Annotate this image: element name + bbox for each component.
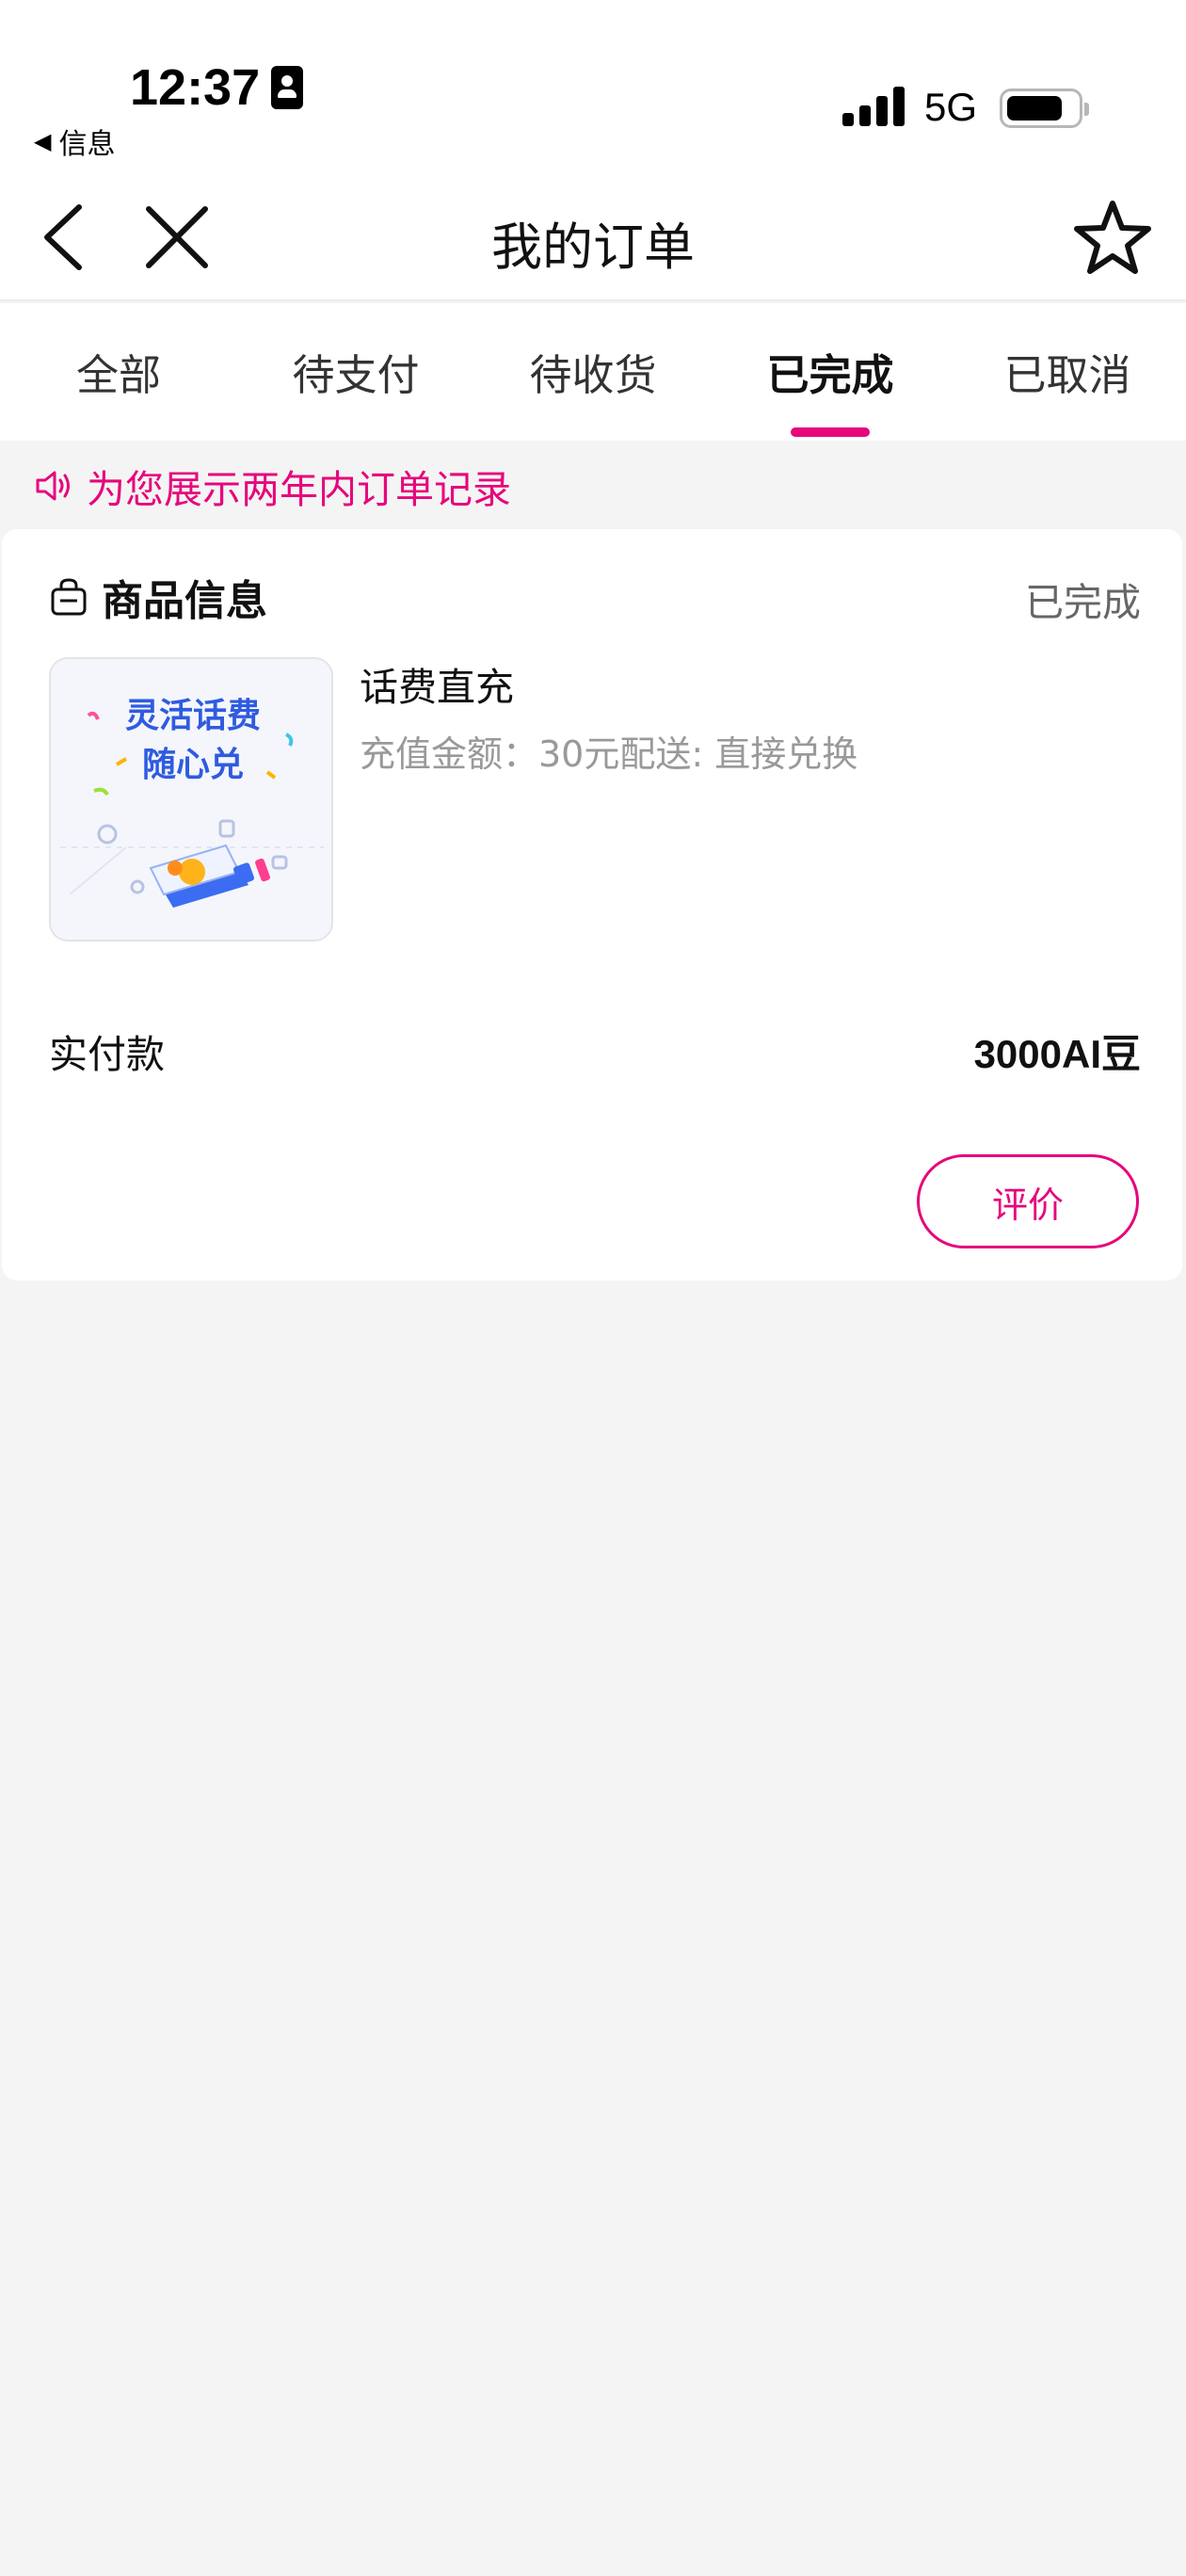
- tab-label: 已完成: [766, 350, 894, 400]
- order-status: 已完成: [1025, 580, 1141, 625]
- speaker-icon: [36, 471, 70, 501]
- tab-label: 待收货: [529, 350, 657, 400]
- star-icon[interactable]: [1073, 198, 1152, 277]
- back-app-label: 信息: [58, 128, 116, 161]
- page-title: 我的订单: [491, 217, 695, 277]
- order-tabs: 全部 待支付 待收货 已完成 已取消: [0, 303, 1186, 441]
- review-button[interactable]: 评价: [917, 1154, 1139, 1248]
- tab-label: 已取消: [1003, 350, 1131, 400]
- product-description: 充值金额：30元配送: 直接兑换: [360, 733, 858, 775]
- status-bar: 12:37 ◀ 信息 5G: [0, 0, 1186, 179]
- status-time: 12:37: [130, 59, 261, 116]
- order-card[interactable]: 商品信息 已完成 灵活话费 随心兑 话费直充 充值金额：30元配送: 直接兑换 …: [2, 529, 1182, 1280]
- product-title: 话费直充: [360, 665, 514, 710]
- tab-pending-payment[interactable]: 待支付: [237, 303, 474, 441]
- tab-cancelled[interactable]: 已取消: [949, 303, 1186, 441]
- tab-label: 待支付: [292, 350, 420, 400]
- shopping-bag-icon: [51, 578, 87, 616]
- tab-completed[interactable]: 已完成: [712, 303, 949, 441]
- back-to-app-link[interactable]: ◀ 信息: [34, 121, 115, 162]
- contact-card-icon: [271, 66, 303, 109]
- section-title: 商品信息: [102, 577, 267, 625]
- section-header: 商品信息: [49, 567, 267, 627]
- active-tab-indicator: [791, 427, 870, 437]
- product-image-line2: 随心兑: [142, 746, 244, 784]
- tab-all[interactable]: 全部: [0, 303, 237, 441]
- paid-label: 实付款: [49, 1032, 165, 1077]
- notice-text: 为您展示两年内订单记录: [87, 467, 511, 512]
- cellular-signal-icon: [842, 87, 905, 126]
- nav-bar: 我的订单: [0, 179, 1186, 301]
- paid-amount: 3000AI豆: [973, 1032, 1141, 1076]
- notice-bar: 为您展示两年内订单记录: [32, 458, 511, 514]
- network-type: 5G: [924, 85, 978, 129]
- back-triangle-icon: ◀: [34, 128, 52, 154]
- product-image[interactable]: 灵活话费 随心兑: [49, 657, 333, 942]
- tab-label: 全部: [75, 350, 161, 400]
- product-image-line1: 灵活话费: [125, 697, 261, 735]
- battery-icon: [1000, 89, 1089, 128]
- tab-pending-delivery[interactable]: 待收货: [474, 303, 712, 441]
